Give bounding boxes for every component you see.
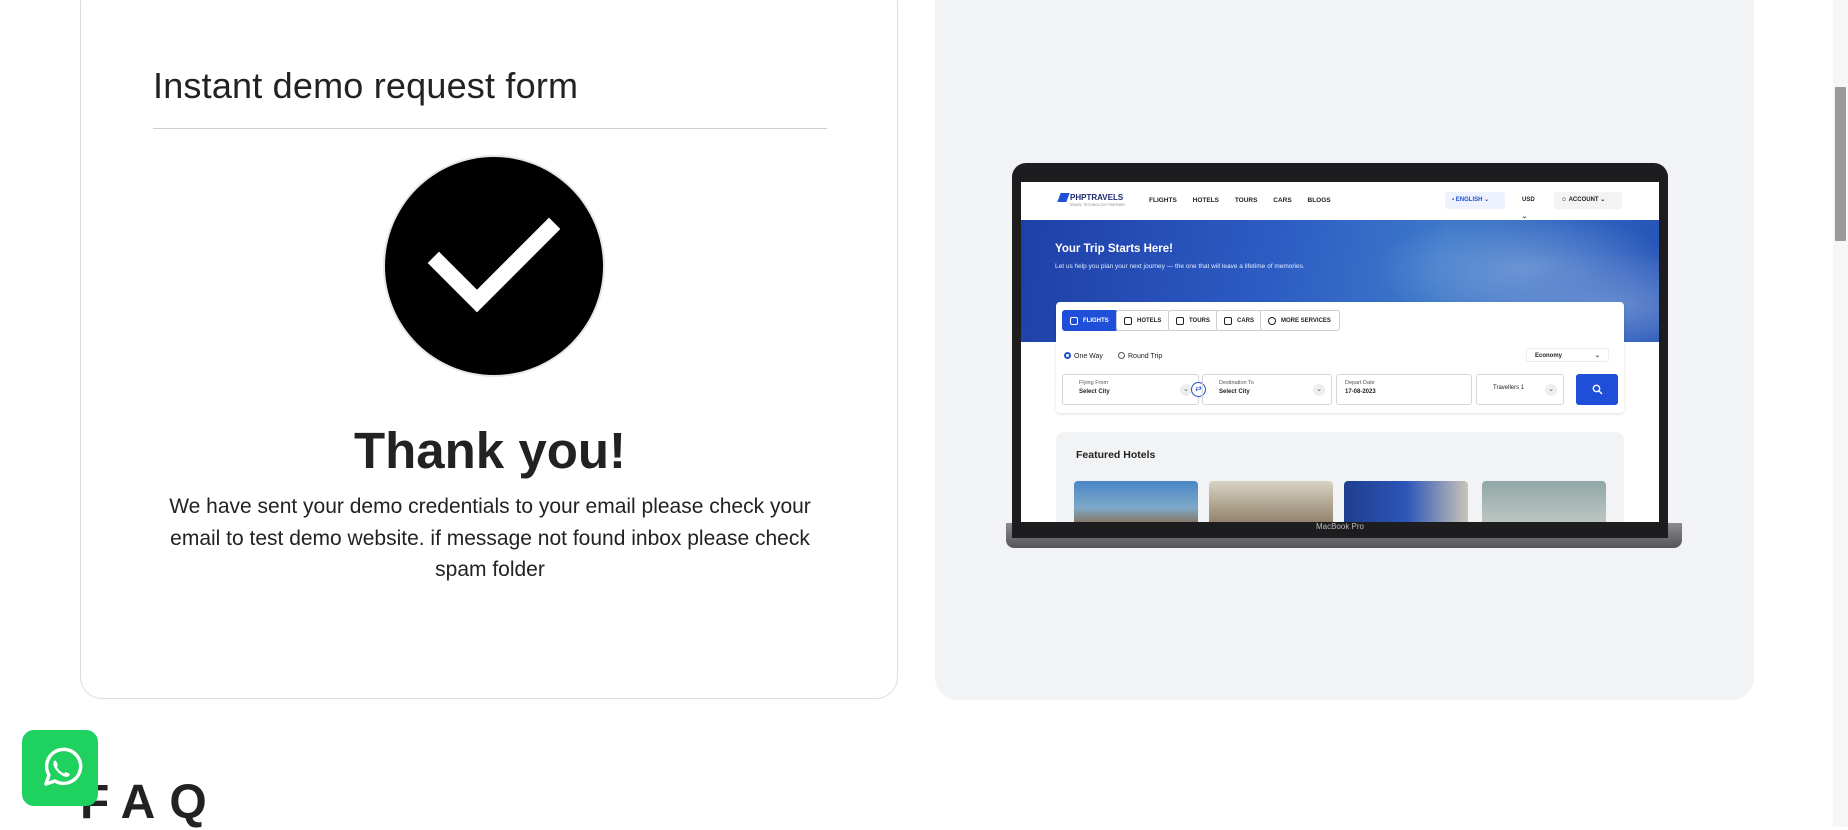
- site-nav: FLIGHTS HOTELS TOURS CARS BLOGS: [1149, 197, 1345, 204]
- featured-hotels-section: Featured Hotels: [1056, 432, 1624, 522]
- destination-field: Destination To Select City ⌄: [1202, 374, 1332, 405]
- site-search-box: FLIGHTS HOTELS TOURS CARS MORE SERVICES …: [1056, 302, 1624, 413]
- building-icon: [1124, 317, 1132, 325]
- site-tab-tours: TOURS: [1168, 310, 1219, 331]
- whatsapp-button[interactable]: [22, 730, 98, 806]
- laptop-screen: PHPTRAVELS TRAVEL TECHNOLOGY PARTNER FLI…: [1021, 182, 1659, 522]
- site-account: ☺ ACCOUNT ⌄: [1554, 192, 1622, 209]
- demo-request-card: Instant demo request form Thank you! We …: [80, 0, 898, 699]
- form-title: Instant demo request form: [153, 65, 579, 106]
- hotel-thumbnail: [1344, 481, 1468, 522]
- plane-icon: [1070, 317, 1078, 325]
- demo-preview-panel: PHPTRAVELS TRAVEL TECHNOLOGY PARTNER FLI…: [935, 0, 1754, 700]
- site-nav-cars: CARS: [1273, 197, 1292, 204]
- success-heading: Thank you!: [353, 422, 626, 479]
- site-tab-more-services: MORE SERVICES: [1260, 310, 1340, 331]
- hotel-thumbnail: [1209, 481, 1333, 522]
- bag-icon: [1176, 317, 1184, 325]
- search-icon: [1592, 384, 1603, 395]
- flying-from-field: Flying From Select City ⌄: [1062, 374, 1199, 405]
- scrollbar-thumb[interactable]: [1835, 87, 1846, 241]
- whatsapp-icon: [44, 747, 83, 786]
- site-tab-hotels: HOTELS: [1116, 310, 1171, 331]
- site-currency: USD ⌄: [1522, 197, 1535, 220]
- hotel-thumbnail: [1074, 481, 1198, 522]
- site-logo-tagline: TRAVEL TECHNOLOGY PARTNER: [1069, 203, 1125, 207]
- trip-round-trip: Round Trip: [1118, 352, 1162, 360]
- site-nav-blogs: BLOGS: [1307, 197, 1331, 204]
- cabin-class-select: Economy ⌄: [1526, 348, 1609, 362]
- hotel-thumbnail: [1482, 481, 1606, 522]
- chevron-down-icon: ⌄: [1545, 384, 1557, 396]
- laptop-mockup: PHPTRAVELS TRAVEL TECHNOLOGY PARTNER FLI…: [1012, 163, 1668, 538]
- site-header: PHPTRAVELS TRAVEL TECHNOLOGY PARTNER FLI…: [1021, 182, 1659, 220]
- chevron-down-icon: ⌄: [1313, 384, 1325, 396]
- travellers-field: Travellers 1 ⌄: [1476, 374, 1564, 405]
- page-scrollbar[interactable]: [1833, 0, 1848, 827]
- logo-icon: [1057, 193, 1070, 203]
- hero-subtitle: Let us help you plan your next journey —…: [1055, 263, 1305, 270]
- site-tab-cars: CARS: [1216, 310, 1264, 331]
- compass-icon: [1268, 317, 1276, 325]
- site-nav-flights: FLIGHTS: [1149, 197, 1177, 204]
- site-nav-tours: TOURS: [1234, 197, 1258, 204]
- success-message: We have sent your demo credentials to yo…: [169, 495, 811, 581]
- site-nav-hotels: HOTELS: [1192, 197, 1219, 204]
- featured-hotels-title: Featured Hotels: [1076, 449, 1156, 461]
- faq-heading: FAQ: [80, 776, 221, 829]
- car-icon: [1224, 317, 1232, 325]
- depart-date-field: Depart Date 17-08-2023: [1336, 374, 1472, 405]
- site-logo: PHPTRAVELS: [1057, 193, 1123, 203]
- site-language: ▪ ENGLISH ⌄: [1445, 192, 1505, 209]
- trip-one-way: One Way: [1064, 352, 1103, 360]
- laptop-label: MacBook Pro: [1315, 522, 1365, 531]
- site-tab-flights: FLIGHTS: [1062, 310, 1118, 331]
- hero-title: Your Trip Starts Here!: [1055, 243, 1174, 255]
- form-divider: [153, 128, 827, 129]
- search-button: [1576, 374, 1618, 405]
- success-check-icon: [385, 157, 603, 375]
